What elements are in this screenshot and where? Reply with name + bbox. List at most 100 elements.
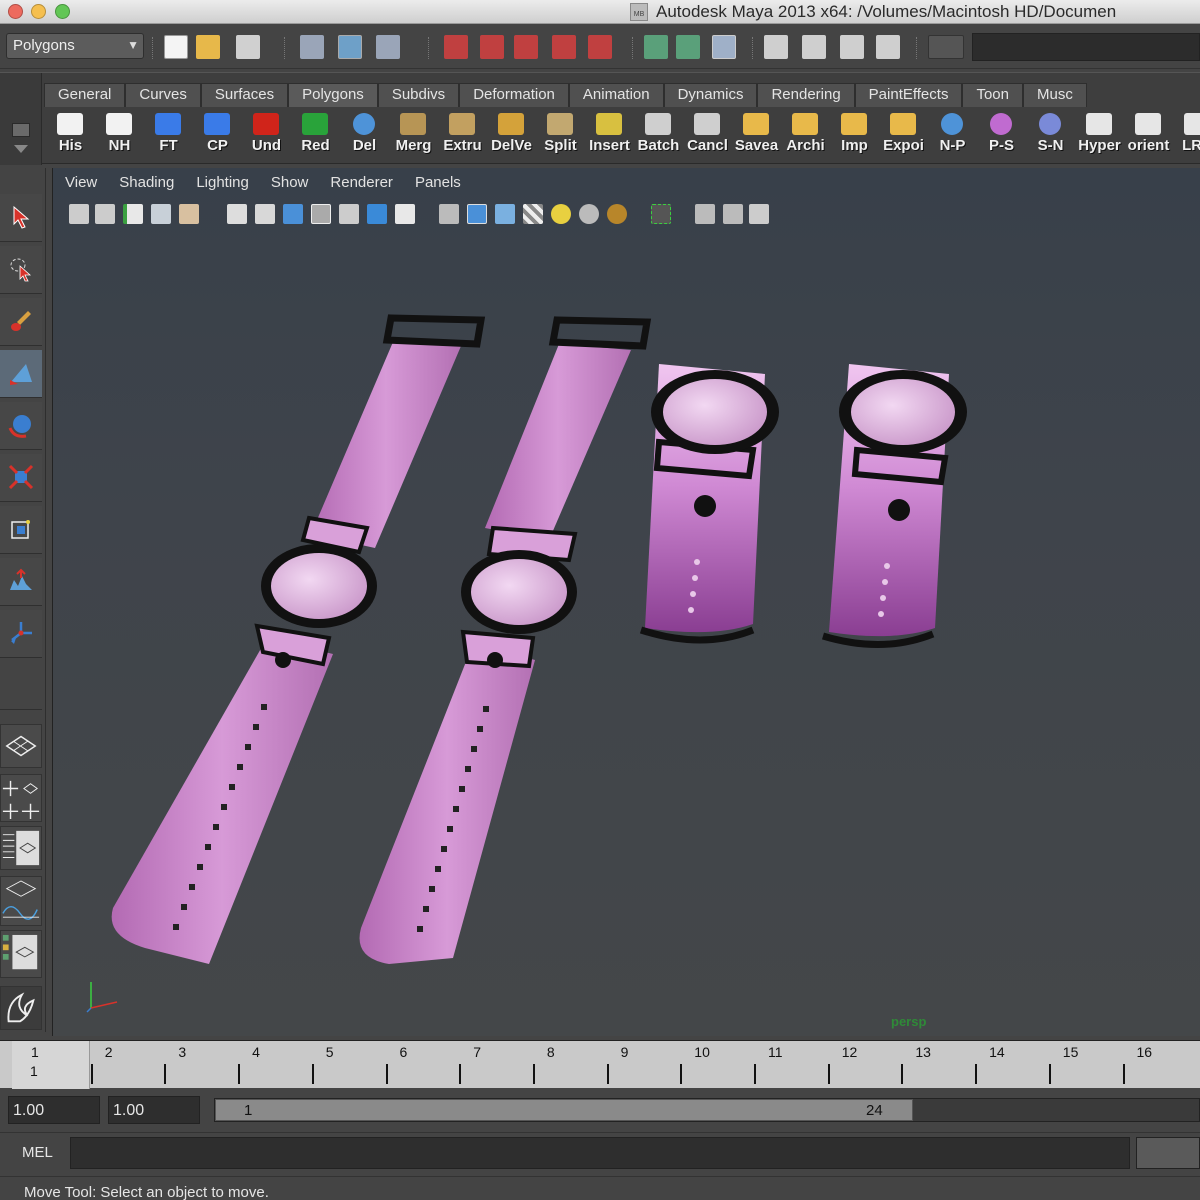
- perspective-viewport[interactable]: View Shading Lighting Show Renderer Panels: [52, 168, 1200, 1036]
- menu-set-select[interactable]: Polygons ▼: [6, 33, 144, 59]
- shelf-button-imp[interactable]: Imp: [830, 111, 879, 161]
- minimize-window-button[interactable]: [31, 4, 46, 19]
- shelf-button-hyper[interactable]: Hyper: [1075, 111, 1124, 161]
- shelf-button-his[interactable]: His: [46, 111, 95, 161]
- playback-start-field[interactable]: 1.00: [108, 1096, 200, 1124]
- ipr-render-icon[interactable]: [840, 35, 864, 59]
- script-language-toggle[interactable]: MEL: [22, 1144, 53, 1161]
- persp-graph-layout-button[interactable]: [0, 876, 42, 926]
- render-settings-icon[interactable]: [876, 35, 900, 59]
- open-scene-icon[interactable]: [196, 35, 220, 59]
- save-scene-icon[interactable]: [236, 35, 260, 59]
- shelf-button-p-s[interactable]: P-S: [977, 111, 1026, 161]
- show-manipulator-tool[interactable]: [0, 610, 42, 658]
- new-scene-icon[interactable]: [164, 35, 188, 59]
- shelf-button-batch[interactable]: Batch: [634, 111, 683, 161]
- soft-mod-tool[interactable]: [0, 558, 42, 606]
- shelf-button-n-p[interactable]: N-P: [928, 111, 977, 161]
- scale-tool[interactable]: [0, 454, 42, 502]
- maya-logo-button[interactable]: [0, 986, 42, 1030]
- time-slider[interactable]: 1 1 2 3 4 5 6 7 8 9 10 11 12 13 14 15 16: [0, 1040, 1200, 1089]
- output-connections-icon[interactable]: [676, 35, 700, 59]
- shelf-button-cancl[interactable]: Cancl: [683, 111, 732, 161]
- mel-command-input[interactable]: [70, 1137, 1130, 1169]
- shelf-button-split[interactable]: Split: [536, 111, 585, 161]
- time-tick-label: 16: [1136, 1044, 1153, 1060]
- shelf-tab-painteffects[interactable]: PaintEffects: [854, 83, 963, 107]
- scene-geometry[interactable]: [53, 168, 1200, 1036]
- shelf-tab-curves[interactable]: Curves: [125, 83, 201, 107]
- shelf-tab-toon[interactable]: Toon: [962, 83, 1023, 107]
- snap-grid-icon[interactable]: [444, 35, 468, 59]
- animation-start-field[interactable]: 1.00: [8, 1096, 100, 1124]
- shelf-button-del[interactable]: Del: [340, 111, 389, 161]
- select-object-icon[interactable]: [338, 35, 362, 59]
- last-tool-used[interactable]: [0, 662, 42, 710]
- close-window-button[interactable]: [8, 4, 23, 19]
- snap-live-icon[interactable]: [588, 35, 612, 59]
- single-perspective-layout-button[interactable]: [0, 724, 42, 768]
- shelf-menu-icon[interactable]: [12, 123, 30, 137]
- shelf-button-insert[interactable]: Insert: [585, 111, 634, 161]
- shelf-button-savea[interactable]: Savea: [732, 111, 781, 161]
- persp-outliner-layout-button[interactable]: [0, 826, 42, 870]
- shelf-button-expoi[interactable]: Expoi: [879, 111, 928, 161]
- paint-select-tool[interactable]: [0, 298, 42, 346]
- shelf-tab-deformation[interactable]: Deformation: [459, 83, 569, 107]
- lasso-tool[interactable]: [0, 246, 42, 294]
- hypershade-layout-button[interactable]: [0, 930, 42, 978]
- playback-range-handle[interactable]: 1 24: [215, 1099, 913, 1121]
- universal-manipulator-tool[interactable]: [0, 506, 42, 554]
- select-tool[interactable]: [0, 194, 42, 242]
- four-view-layout-button[interactable]: [0, 774, 42, 822]
- shelf-tab-rendering[interactable]: Rendering: [757, 83, 855, 107]
- current-time-marker[interactable]: 1: [12, 1041, 90, 1089]
- snap-point-icon[interactable]: [514, 35, 538, 59]
- window-icon: [1086, 113, 1112, 135]
- watch-curled-2[interactable]: [821, 364, 967, 649]
- construction-history-icon[interactable]: [712, 35, 736, 59]
- move-tool[interactable]: [0, 350, 42, 398]
- shelf-button-extru[interactable]: Extru: [438, 111, 487, 161]
- shelf-button-label: NH: [108, 137, 131, 154]
- shelf-tab-musc[interactable]: Musc: [1022, 83, 1087, 107]
- snap-curve-icon[interactable]: [480, 35, 504, 59]
- select-hierarchy-icon[interactable]: [300, 35, 324, 59]
- shelf-button-und[interactable]: Und: [242, 111, 291, 161]
- shelf-button-label: Savea: [734, 137, 779, 154]
- axis-icon: [155, 113, 181, 135]
- select-component-icon[interactable]: [376, 35, 400, 59]
- render-view-icon[interactable]: [764, 35, 788, 59]
- quick-select-field[interactable]: [972, 33, 1200, 61]
- shelf-tab-subdivs[interactable]: Subdivs: [377, 83, 460, 107]
- shelf-tab-general[interactable]: General: [44, 83, 126, 107]
- time-tick-label: 14: [989, 1044, 1005, 1060]
- playback-range-bar[interactable]: 1 24: [214, 1098, 1200, 1122]
- input-connections-icon[interactable]: [644, 35, 668, 59]
- shelf-button-archi[interactable]: Archi: [781, 111, 830, 161]
- shelf-tab-polygons[interactable]: Polygons: [288, 83, 378, 107]
- shelf-button-orient[interactable]: orient: [1124, 111, 1173, 161]
- render-current-icon[interactable]: [802, 35, 826, 59]
- shelf-button-label: CP: [207, 137, 228, 154]
- watch-curled-1[interactable]: [639, 364, 779, 644]
- shelf-button-ft[interactable]: FT: [144, 111, 193, 161]
- shelf-button-nh[interactable]: NH: [95, 111, 144, 161]
- command-line: MEL: [0, 1132, 1200, 1172]
- rotate-tool[interactable]: [0, 402, 42, 450]
- shelf-button-delve[interactable]: DelVe: [487, 111, 536, 161]
- help-text: Move Tool: Select an object to move.: [24, 1184, 269, 1200]
- shelf-button-cp[interactable]: CP: [193, 111, 242, 161]
- shelf-menu-handle[interactable]: [0, 73, 42, 165]
- shelf-button-s-n[interactable]: S-N: [1026, 111, 1075, 161]
- shelf-button-lra[interactable]: LRA: [1173, 111, 1200, 161]
- shelf-button-merg[interactable]: Merg: [389, 111, 438, 161]
- chevron-down-icon[interactable]: [14, 145, 28, 153]
- zoom-window-button[interactable]: [55, 4, 70, 19]
- shelf-tab-surfaces[interactable]: Surfaces: [200, 83, 289, 107]
- shelf-tab-animation[interactable]: Animation: [568, 83, 664, 107]
- snap-plane-icon[interactable]: [552, 35, 576, 59]
- shelf-button-red[interactable]: Red: [291, 111, 340, 161]
- shelf-tab-dynamics[interactable]: Dynamics: [663, 83, 758, 107]
- input-line-menu-icon[interactable]: [928, 35, 964, 59]
